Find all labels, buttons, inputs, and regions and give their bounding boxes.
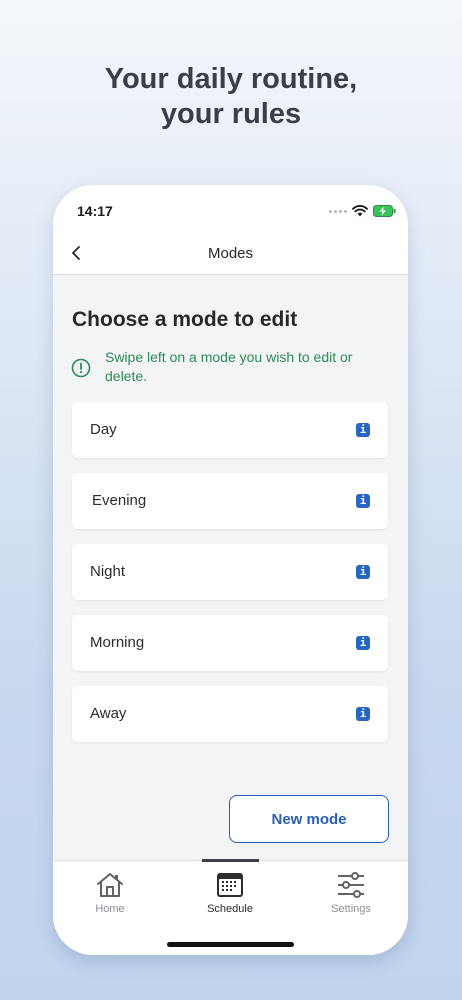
tab-schedule-label: Schedule [207,903,253,915]
status-icons [329,205,396,217]
mode-label: Away [90,705,127,722]
cellular-signal-icon [329,209,347,213]
info-icon[interactable]: i [356,636,370,650]
mode-label: Morning [90,634,145,651]
tab-settings-label: Settings [331,903,371,915]
info-icon[interactable]: i [356,565,370,579]
tab-home[interactable]: Home [70,871,150,915]
headline-line-2: your rules [160,98,302,130]
mode-label: Evening [92,492,147,509]
tab-schedule[interactable]: Schedule [190,871,270,915]
home-icon [97,873,123,897]
hint-text: Swipe left on a mode you wish to edit or… [105,349,353,384]
headline-line-1: Your daily routine, [104,63,358,95]
tab-bar: Home Schedule Settings [53,859,408,955]
tab-settings[interactable]: Settings [311,871,391,915]
phone-frame: 14:17 Modes Choose a mode to edit Swipe … [53,185,408,955]
mode-item-night[interactable]: Night i [72,544,388,600]
mode-list: Day i Evening i Night i Morning i Away i [72,402,388,757]
calendar-icon [217,873,243,897]
home-indicator [167,942,294,947]
info-icon[interactable]: i [356,423,370,437]
info-icon[interactable]: i [356,707,370,721]
mode-item-away[interactable]: Away i [72,686,388,742]
hint-message: Swipe left on a mode you wish to edit or… [71,348,371,386]
nav-title: Modes [207,245,254,262]
wifi-icon [352,205,368,217]
new-mode-button[interactable]: New mode [229,795,389,843]
active-tab-indicator [202,859,259,862]
mode-item-day[interactable]: Day i [72,402,388,458]
mode-item-evening[interactable]: Evening i [72,473,388,529]
sliders-icon [338,872,364,898]
status-bar: 14:17 [53,185,408,233]
tab-home-label: Home [95,903,125,915]
page-title: Choose a mode to edit [72,308,298,331]
nav-bar: Modes [53,233,408,275]
mode-label: Day [90,421,117,438]
headline: Your daily routine, your rules [0,62,462,132]
alert-circle-icon [71,358,91,378]
battery-charging-icon [373,205,396,217]
status-time: 14:17 [77,203,113,219]
mode-item-morning[interactable]: Morning i [72,615,388,671]
mode-label: Night [90,563,126,580]
info-icon[interactable]: i [356,494,370,508]
main-content: Choose a mode to edit Swipe left on a mo… [53,275,408,860]
